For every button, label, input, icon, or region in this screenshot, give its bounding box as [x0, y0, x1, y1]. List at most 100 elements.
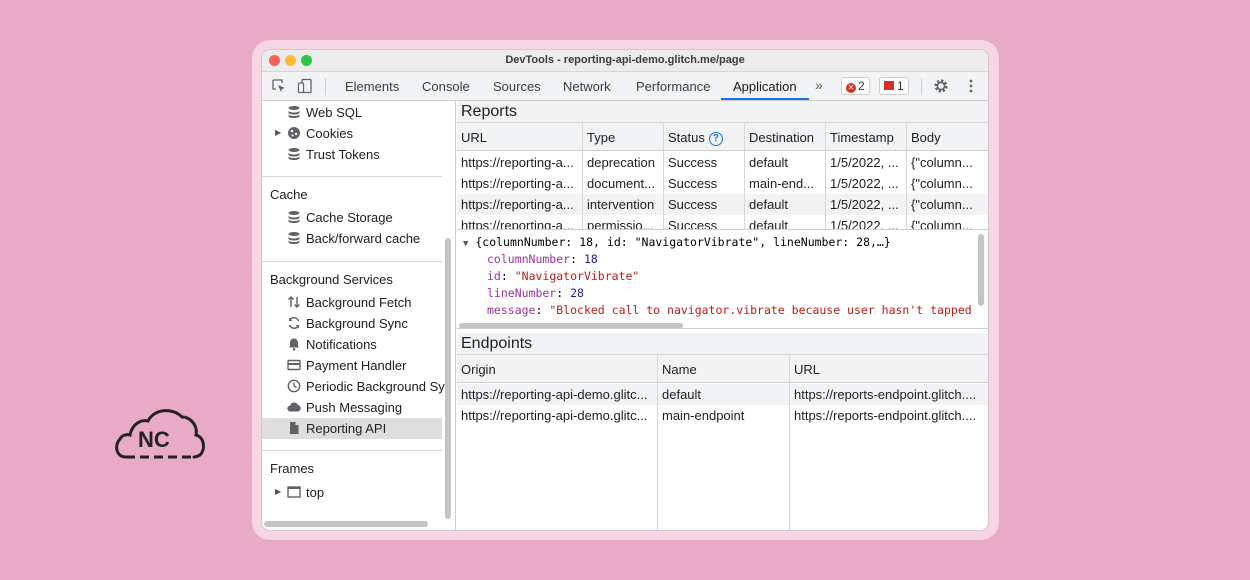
- sidebar-item-label: Push Messaging: [306, 400, 403, 415]
- toolbar-divider: [325, 78, 326, 95]
- sidebar-item-background-sync[interactable]: Background Sync: [262, 313, 442, 334]
- gear-icon[interactable]: [933, 78, 949, 94]
- clock-icon: [287, 379, 301, 393]
- sidebar-item-periodic-background-sync[interactable]: Periodic Background Sy: [262, 376, 445, 397]
- preview-summary: {columnNumber: 18, id: "NavigatorVibrate…: [475, 235, 891, 249]
- sidebar-item-web-sql[interactable]: Web SQL: [262, 102, 442, 123]
- column-header-status[interactable]: Status?: [668, 130, 723, 146]
- column-divider: [825, 123, 826, 229]
- report-row[interactable]: https://reporting-a... intervention Succes…: [457, 194, 988, 215]
- endpoint-cell-name: default: [662, 387, 702, 402]
- report-cell-body: {"column...: [911, 176, 973, 191]
- nc-cloud-logo: NC: [115, 409, 205, 459]
- expand-triangle-icon[interactable]: ▶: [275, 487, 281, 496]
- property-separator: :: [570, 252, 584, 266]
- sidebar-item-background-fetch[interactable]: Background Fetch: [262, 292, 442, 313]
- sidebar-item-push-messaging[interactable]: Push Messaging: [262, 397, 442, 418]
- sidebar-item-label: Notifications: [306, 337, 377, 352]
- tab-application[interactable]: Application: [733, 79, 797, 94]
- issues-count-badge[interactable]: 1: [879, 77, 909, 95]
- endpoint-row[interactable]: https://reporting-api-demo.glitc... defau…: [457, 384, 988, 405]
- column-header-endpoint-url[interactable]: URL: [794, 362, 820, 377]
- active-tab-indicator: [721, 98, 809, 100]
- more-tabs-button[interactable]: »: [815, 77, 823, 93]
- report-cell-status: Success: [668, 176, 718, 191]
- sidebar-vertical-scrollbar[interactable]: [445, 238, 451, 519]
- database-icon: [288, 106, 300, 119]
- sidebar-item-cookies[interactable]: ▶ Cookies: [262, 123, 442, 144]
- report-cell-status: Success: [668, 155, 718, 170]
- reports-section-title: Reports: [457, 101, 988, 123]
- report-cell-type: deprecation: [587, 155, 655, 170]
- endpoint-cell-name: main-endpoint: [662, 408, 745, 423]
- preview-property: id: "NavigatorVibrate": [487, 269, 639, 283]
- help-icon[interactable]: ?: [708, 132, 723, 146]
- sidebar-item-label: Background Fetch: [306, 295, 412, 310]
- endpoint-row[interactable]: https://reporting-api-demo.glitc... main-…: [457, 405, 988, 426]
- column-header-timestamp[interactable]: Timestamp: [830, 130, 894, 145]
- column-header-body[interactable]: Body: [911, 130, 941, 145]
- expand-triangle-icon[interactable]: ▶: [275, 128, 281, 137]
- sidebar-item-notifications[interactable]: Notifications: [262, 334, 442, 355]
- column-divider: [744, 123, 745, 229]
- sidebar-item-frame-top[interactable]: ▶ top: [262, 482, 442, 503]
- column-header-origin[interactable]: Origin: [461, 362, 496, 377]
- report-cell-url: https://reporting-a...: [461, 197, 574, 212]
- report-cell-timestamp: 1/5/2022, ...: [830, 197, 899, 212]
- sidebar-horizontal-scrollbar[interactable]: [264, 521, 428, 527]
- preview-property: message: "Blocked call to navigator.vibr…: [487, 303, 972, 317]
- tab-sources[interactable]: Sources: [493, 79, 541, 94]
- sidebar-item-reporting-api[interactable]: Reporting API: [262, 418, 442, 439]
- sidebar-item-cache-storage[interactable]: Cache Storage: [262, 207, 442, 228]
- column-divider: [789, 355, 790, 530]
- device-toolbar-icon[interactable]: [297, 78, 313, 94]
- tab-bar: Elements Console Sources Network Perform…: [262, 72, 988, 101]
- status-header-label: Status: [668, 130, 705, 145]
- error-count-badge[interactable]: ✕ 2: [841, 77, 870, 95]
- report-row[interactable]: https://reporting-a... deprecation Success…: [457, 152, 988, 173]
- preview-summary-line[interactable]: ▼ {columnNumber: 18, id: "NavigatorVibra…: [463, 235, 891, 249]
- tab-elements[interactable]: Elements: [345, 79, 399, 94]
- collapse-triangle-icon[interactable]: ▼: [463, 239, 468, 249]
- arrows-updown-icon: [288, 296, 300, 308]
- property-separator: :: [500, 269, 515, 283]
- report-cell-timestamp: 1/5/2022, ...: [830, 176, 899, 191]
- sidebar-section-background-services: Background Services: [270, 272, 393, 287]
- logo-text: NC: [138, 427, 170, 452]
- endpoint-cell-url: https://reports-endpoint.glitch....: [794, 387, 977, 402]
- sidebar-divider: [262, 176, 442, 177]
- database-icon: [288, 148, 300, 161]
- endpoint-cell-origin: https://reporting-api-demo.glitc...: [461, 408, 648, 423]
- frame-icon: [287, 486, 301, 498]
- sidebar-item-label: Web SQL: [306, 105, 363, 120]
- report-cell-type: intervention: [587, 197, 655, 212]
- bell-icon: [288, 338, 300, 351]
- report-row[interactable]: https://reporting-a... document... Success…: [457, 173, 988, 194]
- column-header-type[interactable]: Type: [587, 130, 615, 145]
- column-divider: [582, 123, 583, 229]
- sidebar-item-payment-handler[interactable]: Payment Handler: [262, 355, 442, 376]
- kebab-menu-icon[interactable]: [963, 78, 979, 94]
- report-cell-body: {"column...: [911, 155, 973, 170]
- column-header-destination[interactable]: Destination: [749, 130, 814, 145]
- report-cell-body: {"column...: [911, 197, 973, 212]
- cookie-icon: [288, 127, 300, 139]
- sidebar-item-label: Payment Handler: [306, 358, 407, 373]
- report-cell-type: document...: [587, 176, 655, 191]
- application-sidebar: Web SQL ▶ Cookies Trust Tokens Cache Cac…: [262, 101, 456, 530]
- column-header-name[interactable]: Name: [662, 362, 697, 377]
- inspect-element-icon[interactable]: [271, 78, 287, 94]
- preview-horizontal-scrollbar[interactable]: [459, 323, 683, 328]
- tab-console[interactable]: Console: [422, 79, 470, 94]
- tab-performance[interactable]: Performance: [636, 79, 710, 94]
- report-cell-url: https://reporting-a...: [461, 176, 574, 191]
- tab-network[interactable]: Network: [563, 79, 611, 94]
- error-icon: ✕: [846, 83, 856, 93]
- preview-vertical-scrollbar[interactable]: [978, 234, 984, 306]
- sidebar-item-trust-tokens[interactable]: Trust Tokens: [262, 144, 442, 165]
- report-body-preview: ▼ {columnNumber: 18, id: "NavigatorVibra…: [457, 229, 988, 329]
- property-key: lineNumber: [487, 286, 557, 300]
- sidebar-item-label: Cookies: [306, 126, 353, 141]
- sidebar-item-back-forward-cache[interactable]: Back/forward cache: [262, 228, 442, 249]
- column-header-url[interactable]: URL: [461, 130, 487, 145]
